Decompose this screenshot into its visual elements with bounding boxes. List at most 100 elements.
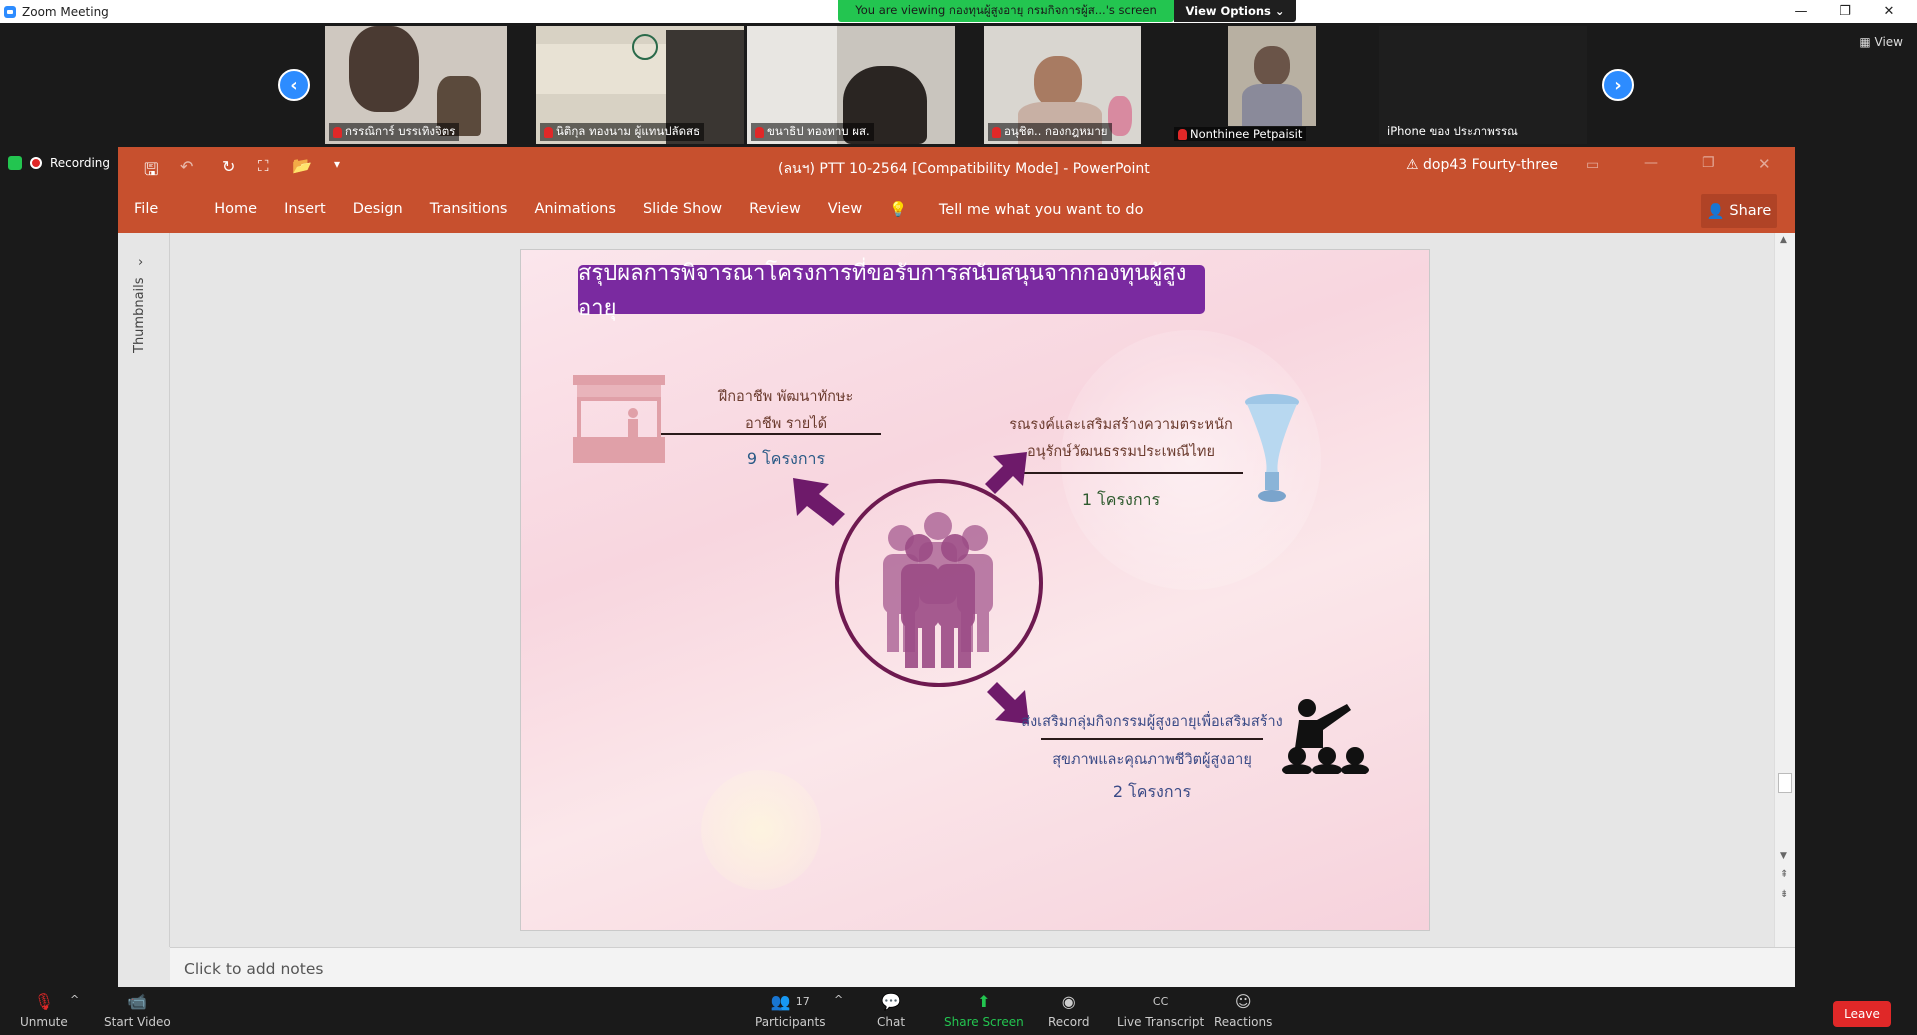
record-button[interactable]: ◉ Record [1048,991,1090,1030]
chat-button[interactable]: 💬 Chat [877,991,905,1030]
gallery-prev-button[interactable]: ‹ [278,69,310,101]
participants-button[interactable]: 👥 17 Participants [755,991,826,1030]
video-off-icon: 📹 [127,991,148,1011]
tab-slide-show[interactable]: Slide Show [643,201,722,218]
share-banner: You are viewing กองทุนผู้สูงอายุ กรมกิจก… [838,0,1174,22]
notes-pane[interactable]: Click to add notes [170,947,1795,987]
live-transcript-button[interactable]: CC Live Transcript [1117,991,1204,1030]
view-button[interactable]: ▦ View [1859,35,1903,49]
warning-user[interactable]: ⚠ dop43 Fourty-three [1406,157,1558,173]
previous-slide-icon[interactable]: ⇞ [1780,869,1788,880]
audio-options-caret-icon[interactable]: ^ [70,993,79,1006]
item3-count: 2 โครงการ [1112,782,1192,801]
powerpoint-window: 🖫 ↶ ↻ ⛶ 📂 ▾ (ลนฯ) PTT 10-2564 [Compatibi… [118,147,1795,987]
participant-tile[interactable]: นิติกุล ทองนาม ผู้แทนปลัดสธ [536,26,744,144]
window-title: Zoom Meeting [22,4,109,19]
close-button[interactable]: ✕ [1867,0,1911,22]
participants-icon: 👥 17 [770,991,810,1011]
tab-file[interactable]: File [134,201,158,218]
redo-icon[interactable]: ↻ [222,157,235,176]
gallery-next-button[interactable]: › [1602,69,1634,101]
document-title: (ลนฯ) PTT 10-2564 [Compatibility Mode] -… [778,161,1150,177]
item1-line2: อาชีพ รายได้ [745,416,827,432]
tab-transitions[interactable]: Transitions [430,201,508,218]
save-icon[interactable]: 🖫 [144,157,158,186]
vertical-scrollbar[interactable]: ▲ ▼ ⇞ ⇟ [1774,233,1795,947]
record-dot-icon [30,157,42,169]
tell-me-box[interactable]: 💡 Tell me what you want to do [889,201,1170,218]
thumbnails-pane[interactable]: › Thumbnails [118,233,170,947]
window-titlebar: Zoom Meeting You are viewing กองทุนผู้สู… [0,0,1917,23]
slideshow-start-icon[interactable]: ⛶ [258,157,269,175]
restore-button[interactable]: ❐ [1823,0,1867,22]
share-button[interactable]: 👤 Share [1701,194,1777,228]
slide-canvas[interactable]: สรุปผลการพิจารณาโครงการที่ขอรับการสนับสน… [520,249,1430,931]
video-gallery-strip: ‹ กรรณิการ์ บรรเทิงจิตร นิติกุล ทองนาม ผ… [0,23,1917,145]
mic-muted-icon [544,126,553,138]
mic-muted-icon [992,126,1001,138]
scroll-up-icon[interactable]: ▲ [1780,235,1787,245]
item1-count: 9 โครงการ [746,449,826,468]
open-folder-icon[interactable]: 📂 [292,156,312,175]
tab-review[interactable]: Review [749,201,801,218]
tab-home[interactable]: Home [214,201,257,218]
view-options-button[interactable]: View Options ⌄ [1174,0,1296,22]
participant-tile[interactable]: กรรณิการ์ บรรเทิงจิตร [325,26,507,144]
scroll-down-icon[interactable]: ▼ [1780,851,1787,861]
tab-animations[interactable]: Animations [534,201,615,218]
recording-indicator[interactable]: Recording [8,156,110,170]
participant-name: นิติกุล ทองนาม ผู้แทนปลัดสธ [540,123,705,141]
thumbnails-label: Thumbnails [132,277,147,353]
tab-view[interactable]: View [828,201,862,218]
zoom-logo-icon [4,5,16,18]
next-slide-icon[interactable]: ⇟ [1780,889,1788,900]
minimize-button[interactable]: — [1779,0,1823,22]
ppt-editor: › Thumbnails สรุปผลการพิจารณาโครงการที่ข… [118,233,1795,987]
warning-icon: ⚠ [1406,157,1419,173]
start-video-button[interactable]: 📹 Start Video [104,991,171,1030]
arrow-up-right-icon [985,452,1027,494]
item3-divider [1041,738,1263,740]
participants-caret-icon[interactable]: ^ [834,993,843,1006]
item1-line1: ฝึกอาชีพ พัฒนาทักษะ [718,389,854,405]
record-label: Record [1048,1015,1090,1029]
arrow-up-left-icon [793,478,845,526]
cc-icon: CC [1152,994,1169,1008]
item3-line2: สุขภาพและคุณภาพชีวิตผู้สูงอายุ [1052,752,1252,768]
participant-tile[interactable]: iPhone ของ ประภาพรรณ [1379,26,1587,144]
participant-name: iPhone ของ ประภาพรรณ [1387,124,1518,138]
customize-qat-icon[interactable]: ▾ [334,157,340,171]
share-screen-label: Share Screen [944,1015,1024,1029]
mic-muted-icon [1178,128,1187,140]
participants-label: Participants [755,1015,826,1029]
leave-button[interactable]: Leave [1833,1001,1891,1027]
ppt-restore-button[interactable]: ❐ [1702,155,1715,171]
mic-muted-icon: 🎙 [33,991,55,1011]
chevron-right-icon[interactable]: › [138,255,143,270]
unmute-button[interactable]: 🎙 Unmute [20,991,68,1030]
smiley-icon: ☺ [1234,991,1252,1011]
scroll-thumb[interactable] [1778,773,1792,793]
view-options-label: View Options [1185,4,1271,18]
item3-line1: ส่งเสริมกลุ่มกิจกรรมผู้สูงอายุเพื่อเสริม… [1021,714,1283,730]
ppt-minimize-button[interactable]: — [1644,155,1658,171]
ppt-ribbon-tabs: File Home Insert Design Transitions Anim… [118,187,1795,233]
participant-name: Nonthinee Petpaisit [1174,127,1307,141]
tab-design[interactable]: Design [353,201,403,218]
participant-tile[interactable]: Nonthinee Petpaisit [1170,26,1376,144]
undo-icon[interactable]: ↶ [180,157,193,176]
item2-divider [1023,472,1243,474]
people-group-icon [835,479,1043,687]
participant-tile[interactable]: ขนาธิป ทองทาบ ผส. [747,26,955,144]
start-video-label: Start Video [104,1015,171,1029]
reactions-button[interactable]: ☺ Reactions [1214,991,1272,1030]
participant-tile[interactable]: อนุชิต.. กองกฎหมาย [984,26,1141,144]
slide-title-banner: สรุปผลการพิจารณาโครงการที่ขอรับการสนับสน… [578,261,1205,321]
tab-insert[interactable]: Insert [284,201,326,218]
chevron-down-icon: ⌄ [1274,4,1285,18]
grid-icon: ▦ [1859,35,1871,49]
share-screen-button[interactable]: ⬆ Share Screen [944,991,1024,1030]
lightbulb-icon: 💡 [889,202,908,218]
ribbon-display-icon[interactable]: ▭ [1586,157,1599,173]
ppt-close-button[interactable]: ✕ [1758,155,1771,173]
